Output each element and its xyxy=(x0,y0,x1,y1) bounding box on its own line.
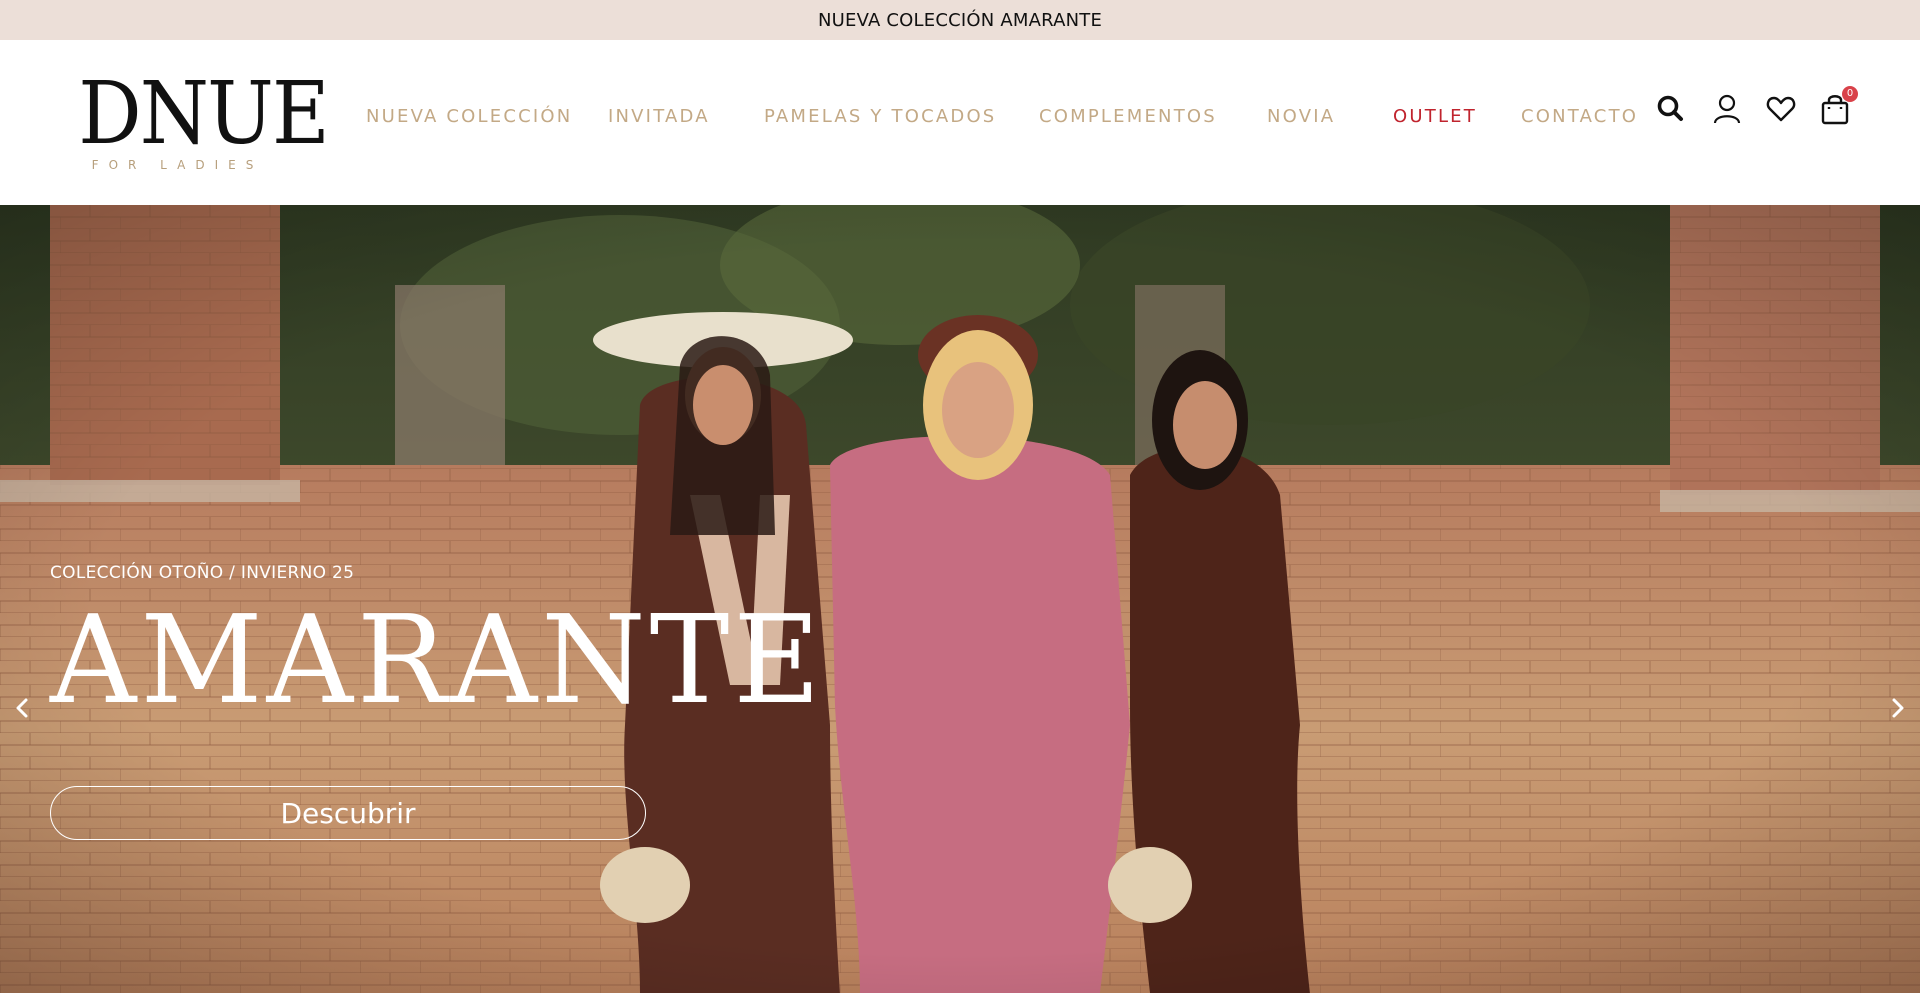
announcement-text[interactable]: NUEVA COLECCIÓN AMARANTE xyxy=(818,10,1102,31)
nav-item-invitada[interactable]: INVITADA xyxy=(608,106,710,127)
heart-icon[interactable] xyxy=(1764,92,1798,126)
announcement-bar: NUEVA COLECCIÓN AMARANTE xyxy=(0,0,1920,40)
nav-item-novia[interactable]: NOVIA xyxy=(1267,106,1335,127)
user-icon[interactable] xyxy=(1710,92,1744,126)
nav-item-contacto[interactable]: CONTACTO xyxy=(1521,106,1638,127)
chevron-left-icon xyxy=(16,698,28,718)
search-icon[interactable] xyxy=(1654,92,1688,126)
nav-item-pamelas-y-tocados[interactable]: PAMELAS Y TOCADOS xyxy=(764,106,996,127)
carousel-next[interactable] xyxy=(1884,688,1912,728)
shopping-bag-icon[interactable]: 0 xyxy=(1818,86,1858,126)
site-header: DNUE FOR LADIES NUEVA COLECCIÓN INVITADA… xyxy=(0,40,1920,205)
hero-eyebrow: COLECCIÓN OTOÑO / INVIERNO 25 xyxy=(50,563,355,583)
carousel-prev[interactable] xyxy=(8,688,36,728)
hero-banner: COLECCIÓN OTOÑO / INVIERNO 25 AMARANTE D… xyxy=(0,205,1920,993)
nav-item-complementos[interactable]: COMPLEMENTOS xyxy=(1039,106,1217,127)
nav-item-nueva-coleccion[interactable]: NUEVA COLECCIÓN xyxy=(366,106,572,127)
chevron-right-icon xyxy=(1892,698,1904,718)
cart-count-badge: 0 xyxy=(1842,86,1858,102)
nav-item-outlet[interactable]: OUTLET xyxy=(1393,106,1477,127)
hero-title: AMARANTE xyxy=(50,589,825,731)
discover-button[interactable]: Descubrir xyxy=(50,786,646,840)
main-nav: NUEVA COLECCIÓN INVITADA PAMELAS Y TOCAD… xyxy=(0,40,1700,205)
header-icons: 0 xyxy=(1654,86,1884,132)
